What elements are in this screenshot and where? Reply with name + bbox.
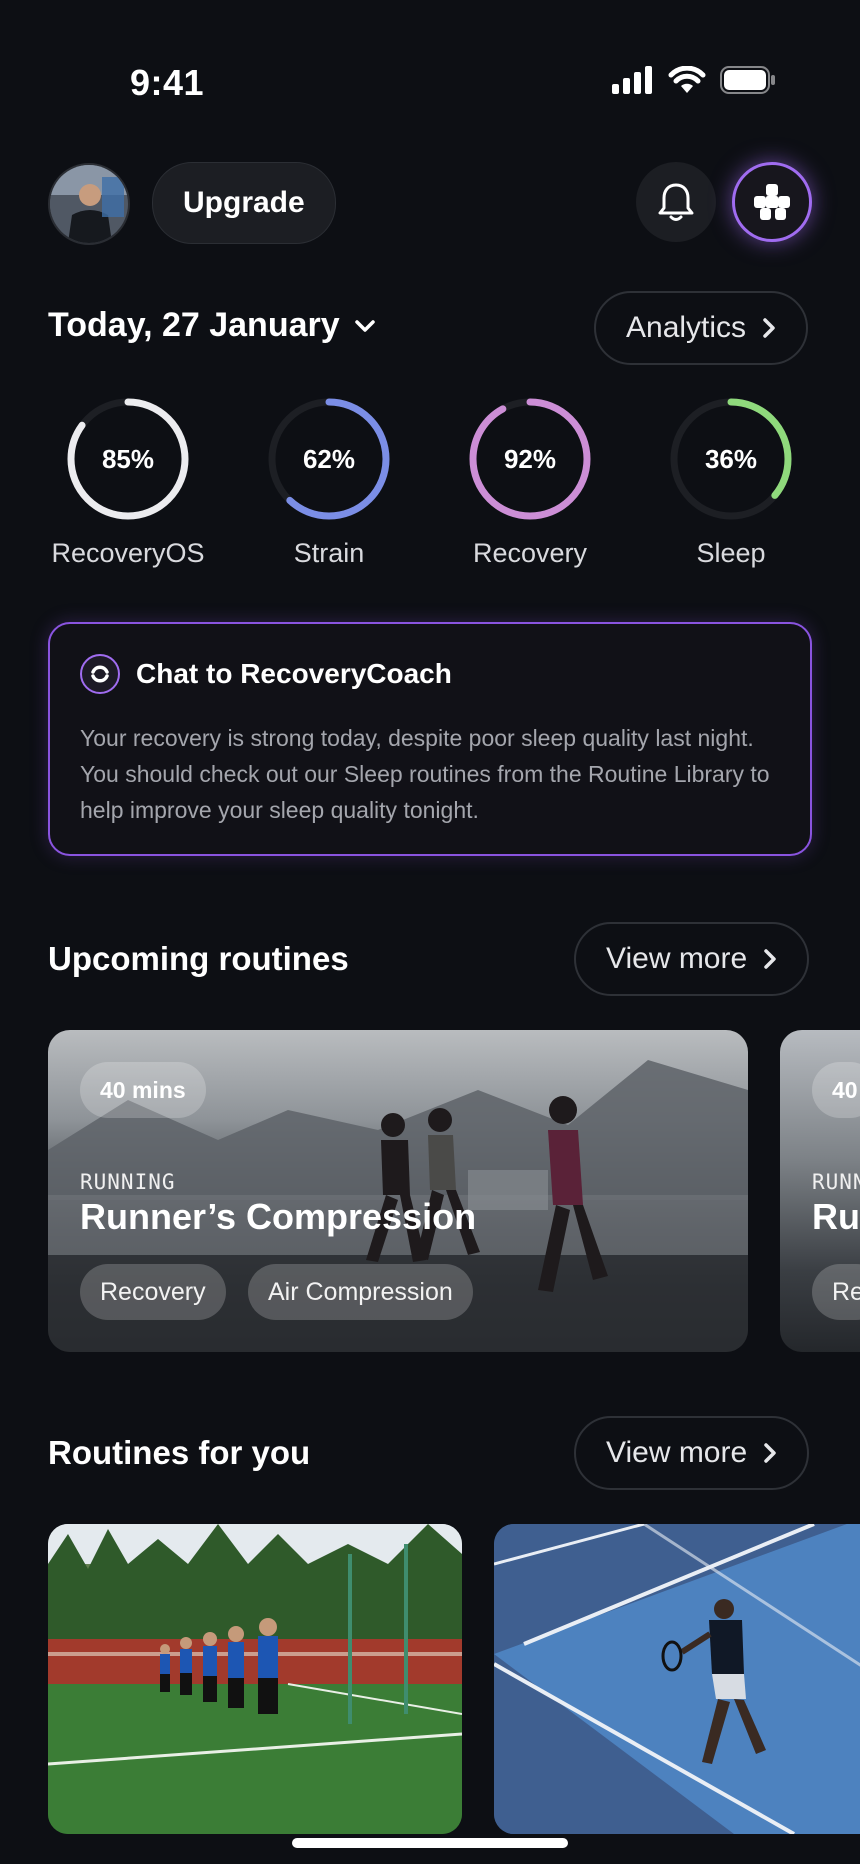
chevron-right-icon [764,1443,776,1463]
routine-category: RUNN [812,1170,860,1194]
metric-value: 85% [101,443,155,474]
chevron-right-icon [763,318,775,338]
for-you-view-more-button[interactable]: View more [574,1416,810,1490]
metric-value: 36% [704,443,758,474]
routine-card[interactable]: 40 RUNN Ru Re [780,1030,860,1352]
battery-icon [720,66,775,94]
routine-title: Runner’s Compression [80,1196,477,1237]
metric-ring-recoveryos[interactable]: 85% [65,396,191,522]
analytics-label: Analytics [626,311,747,344]
upgrade-button[interactable]: Upgrade [152,162,336,244]
routine-tag: Recovery [80,1264,226,1320]
metric-label: Recovery [472,538,588,568]
routine-tag: Re [812,1264,860,1320]
metric-ring-recovery[interactable]: 92% [467,396,593,522]
date-label: Today, 27 January [48,306,340,344]
signal-icon [612,66,652,94]
coach-message: Your recovery is strong today, despite p… [80,725,770,823]
metric-label: Sleep [696,538,766,568]
status-time: 9:41 [130,62,205,103]
bell-icon [658,183,694,221]
tennis-photo [494,1524,860,1834]
metric-label: RecoveryOS [51,538,205,568]
brand-menu-button[interactable] [732,162,812,242]
upcoming-routines-title: Upcoming routines [48,940,349,977]
routine-image-football[interactable] [48,1524,462,1834]
metric-ring-strain[interactable]: 62% [266,396,392,522]
notifications-button[interactable] [636,162,716,242]
view-more-label: View more [606,942,748,975]
duration-badge: 40 mins [80,1062,206,1118]
coach-logo-icon [80,654,120,694]
view-more-label: View more [606,1436,748,1469]
upcoming-view-more-button[interactable]: View more [574,922,810,996]
football-photo [48,1524,462,1834]
wifi-icon [668,66,706,93]
duration-badge: 40 [812,1062,860,1118]
coach-header: Chat to RecoveryCoach [80,654,452,694]
date-selector[interactable]: Today, 27 January [48,306,376,345]
routine-image-tennis[interactable] [494,1524,860,1834]
routine-card[interactable]: 40 mins RUNNING Runner’s Compression Rec… [48,1030,748,1352]
routine-category: RUNNING [80,1170,176,1194]
metric-value: 62% [302,443,356,474]
brand-logo-icon [754,184,790,220]
metric-value: 92% [503,443,557,474]
chevron-down-icon [354,319,375,332]
status-icons [612,66,776,94]
metric-ring-sleep[interactable]: 36% [668,396,794,522]
coach-title: Chat to RecoveryCoach [136,658,452,689]
home-indicator[interactable] [292,1838,568,1848]
chevron-right-icon [764,949,776,969]
recovery-coach-card[interactable]: Chat to RecoveryCoach Your recovery is s… [48,622,812,856]
routines-for-you-title: Routines for you [48,1434,311,1471]
routine-tag: Air Compression [248,1264,473,1320]
avatar[interactable] [48,163,130,245]
avatar-photo [50,165,128,243]
metric-label: Strain [293,538,365,568]
analytics-button[interactable]: Analytics [594,291,809,365]
routine-title: Ru [812,1196,860,1237]
